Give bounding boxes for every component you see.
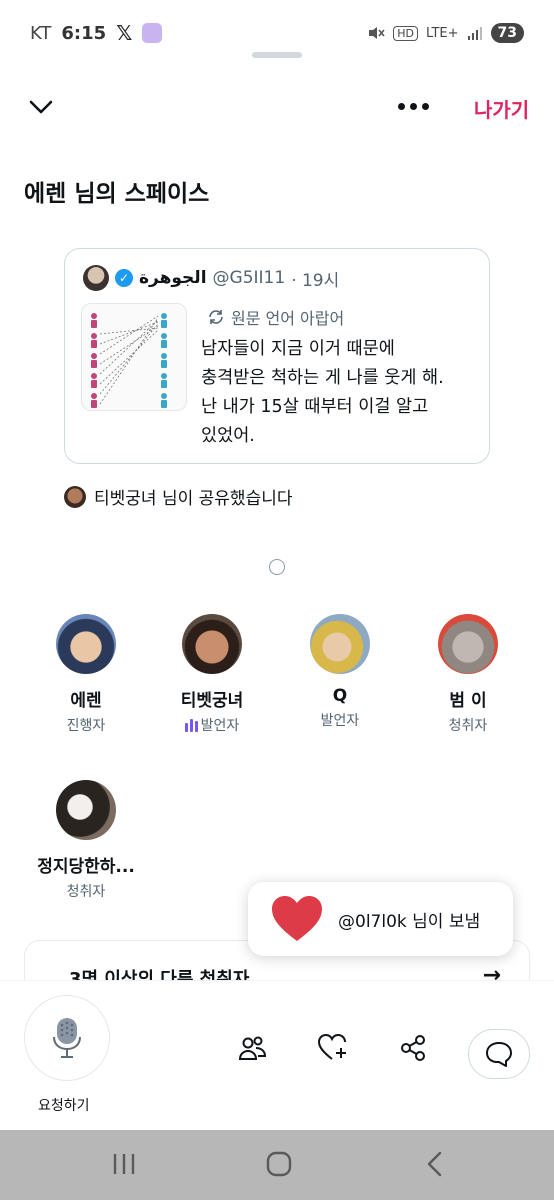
- microphone-icon: [53, 1018, 81, 1058]
- tweet-line: 있었어.: [201, 426, 255, 446]
- translation-note[interactable]: 원문 언어 아랍어: [207, 305, 344, 329]
- status-left: KT 6:15 𝕏: [30, 21, 163, 45]
- sharer-avatar: [64, 485, 86, 508]
- avatar: [56, 614, 116, 674]
- hd-badge: HD: [393, 25, 419, 41]
- share-icon[interactable]: [398, 1033, 428, 1063]
- system-nav-bar: [0, 1130, 554, 1200]
- clock: 6:15: [61, 22, 107, 44]
- participant-role: 진행자: [66, 718, 106, 734]
- avatar: [438, 614, 498, 674]
- space-bottom-bar: 요청하기: [0, 980, 554, 1130]
- shared-by-row: 티벳궁녀 님이 공유했습니다: [64, 484, 293, 509]
- participant-listener-2[interactable]: 정지당한하... 청취자: [26, 780, 146, 901]
- mute-icon: [369, 27, 385, 39]
- tweet-time: · 19시: [291, 270, 340, 291]
- verified-badge-icon: ✓: [115, 269, 133, 287]
- recent-apps-icon[interactable]: [112, 1150, 136, 1178]
- speaking-indicator-icon: [184, 718, 198, 732]
- tweet-media-thumbnail[interactable]: [81, 303, 187, 411]
- avatar: [310, 614, 370, 674]
- tweet-body: 남자들이 지금 이거 때문에 충격받은 척하는 게 나를 웃게 해. 난 내가 …: [201, 335, 483, 451]
- space-title: 에렌 님의 스페이스: [24, 181, 210, 207]
- participant-role: 발언자: [320, 713, 360, 729]
- heart-reaction-toast: @0l7l0k 님이 보냄: [248, 882, 513, 956]
- heart-icon: [272, 896, 322, 941]
- people-icon[interactable]: [238, 1033, 268, 1063]
- status-right: HD LTE+ 73: [367, 23, 524, 43]
- tweet-header: ✓ الجوهرة @G5II11 · 19시: [83, 265, 339, 291]
- chevron-down-icon[interactable]: [28, 94, 54, 120]
- participant-name: 티벳궁녀: [180, 691, 244, 711]
- request-mic-button[interactable]: [24, 995, 110, 1081]
- heart-add-icon[interactable]: [318, 1033, 348, 1063]
- tweet-line: 남자들이 지금 이거 때문에: [201, 339, 395, 359]
- shared-by-text: 티벳궁녀 님이 공유했습니다: [94, 489, 293, 509]
- participant-listener-1[interactable]: 범 이 청취자: [408, 614, 528, 735]
- tweet-author-name: الجوهرة: [139, 268, 207, 288]
- request-label: 요청하기: [38, 1098, 90, 1114]
- participant-name: Q: [332, 686, 348, 706]
- home-icon[interactable]: [265, 1150, 293, 1178]
- participant-name: 정지당한하...: [37, 857, 135, 877]
- participant-role: 발언자: [152, 715, 272, 735]
- heart-reaction-text: @0l7l0k 님이 보냄: [338, 911, 481, 932]
- participant-name: 범 이: [449, 691, 487, 711]
- tweet-author-handle: @G5II11: [212, 268, 286, 288]
- status-bar: KT 6:15 𝕏 HD LTE+ 73: [0, 0, 554, 52]
- pinned-tweet-card[interactable]: ✓ الجوهرة @G5II11 · 19시 원문 언어 아랍어 남자들이 지…: [64, 248, 490, 464]
- more-options-icon[interactable]: [398, 103, 429, 110]
- leave-button[interactable]: 나가기: [474, 94, 529, 123]
- participant-name: 에렌: [70, 691, 102, 711]
- avatar: [182, 614, 242, 674]
- signal-icon: [467, 27, 482, 40]
- network-type: LTE+: [426, 25, 459, 41]
- participant-host[interactable]: 에렌 진행자: [26, 614, 146, 735]
- participant-role: 청취자: [66, 884, 106, 900]
- comment-icon: [486, 1042, 512, 1067]
- avatar: [56, 780, 116, 840]
- top-action-row: 나가기: [0, 86, 554, 130]
- tweet-author-avatar: [83, 265, 109, 291]
- tweet-line: 충격받은 척하는 게 나를 웃게 해.: [201, 368, 444, 388]
- sheet-grab-handle[interactable]: [252, 52, 302, 58]
- notification-icon: [142, 23, 163, 43]
- comment-button[interactable]: [468, 1029, 530, 1079]
- loading-indicator: [269, 559, 285, 575]
- battery-badge: 73: [490, 23, 524, 43]
- participant-speaker-2[interactable]: Q 발언자: [280, 614, 400, 730]
- back-icon[interactable]: [424, 1150, 446, 1178]
- participant-speaker-1[interactable]: 티벳궁녀 발언자: [152, 614, 272, 735]
- carrier: KT: [30, 22, 52, 44]
- tweet-line: 난 내가 15살 때부터 이걸 알고: [201, 397, 429, 417]
- translate-icon: [209, 310, 223, 324]
- x-app-icon: 𝕏: [116, 21, 133, 45]
- translation-label: 원문 언어 아랍어: [231, 309, 345, 328]
- participant-role: 청취자: [448, 718, 488, 734]
